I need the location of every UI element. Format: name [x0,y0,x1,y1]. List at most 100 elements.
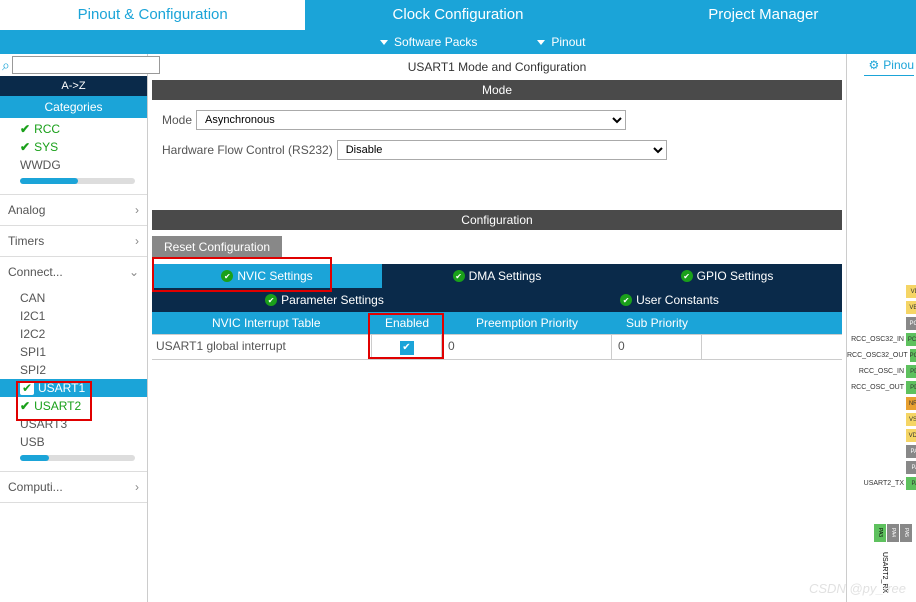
col-interrupt-table: NVIC Interrupt Table [152,312,372,334]
tab-pinout-config[interactable]: Pinout & Configuration [0,0,305,30]
tab-clock-config[interactable]: Clock Configuration [305,0,610,30]
pin-pc14[interactable]: PC14.. [906,333,916,346]
software-packs-dropdown[interactable]: Software Packs [380,35,477,49]
pin-signal: RCC_OSC_OUT [851,384,904,391]
tab-gpio-settings[interactable]: ✔ GPIO Settings [612,264,842,288]
tab-label: NVIC Settings [237,269,312,283]
chevron-right-icon: › [135,480,139,494]
tab-project-manager[interactable]: Project Manager [611,0,916,30]
sidebar-item-spi1[interactable]: SPI1 [0,343,147,361]
category-timers[interactable]: Timers › [0,226,147,256]
item-label: RCC [34,122,60,136]
tab-label: Parameter Settings [281,293,384,307]
chevron-down-icon [537,40,545,45]
pin-vdda[interactable]: VDDA [906,429,916,442]
nvic-row-usart1[interactable]: USART1 global interrupt ✔ 0 0 [152,334,842,360]
sidebar-item-wwdg[interactable]: WWDG [0,156,147,174]
sidebar-item-usb[interactable]: USB [0,433,147,451]
item-label: SYS [34,140,58,154]
pinout-panel: ⚙Pinou VDD VBAT PC13 RCC_OSC32_INPC14.. … [846,54,916,602]
category-label: Analog [8,203,45,217]
pin-vssa[interactable]: VSSA [906,413,916,426]
tab-label: GPIO Settings [697,269,774,283]
sidebar-item-usart1[interactable]: ✔USART1 [0,379,147,397]
pin-pa0[interactable]: PA0- [906,445,916,458]
categories-tab[interactable]: Categories [0,96,147,118]
pin-pa5[interactable]: PA5 [900,524,912,542]
pin-pc13[interactable]: PC13 [906,317,916,330]
sidebar-item-usart2[interactable]: ✔USART2 [0,397,147,415]
tab-user-constants[interactable]: ✔ User Constants [497,288,842,312]
tab-label: DMA Settings [469,269,542,283]
pin-pd1[interactable]: PD1- [906,381,916,394]
main-panel: USART1 Mode and Configuration Mode Mode … [148,54,846,602]
pin-signal: RCC_OSC32_IN [851,336,904,343]
chevron-right-icon: › [135,234,139,248]
sidebar-item-sys[interactable]: ✔ SYS [0,138,147,156]
chevron-right-icon: › [135,203,139,217]
pin-pa2[interactable]: PA2 [906,477,916,490]
reset-configuration-button[interactable]: Reset Configuration [152,236,282,258]
scroll-indicator [20,455,135,461]
pin-pd0[interactable]: PD0- [906,365,916,378]
category-label: Timers [8,234,44,248]
pin-pa3[interactable]: PA3 [874,524,886,542]
software-packs-label: Software Packs [394,35,477,49]
col-subpriority: Sub Priority [612,312,702,334]
mode-select[interactable]: Asynchronous [196,110,626,130]
sidebar-item-rcc[interactable]: ✔RCC [0,120,147,138]
pinout-dropdown[interactable]: Pinout [537,35,585,49]
pin-vbat[interactable]: VBAT [906,301,916,314]
check-circle-icon: ✔ [221,270,233,282]
category-connectivity[interactable]: Connect... ⌄ [0,257,147,287]
sidebar: ⌕ A->Z Categories ✔RCC ✔ SYS WWDG Analog ›… [0,54,148,602]
check-icon: ✔ [20,140,30,154]
watermark: CSDN @py_free [809,581,906,596]
category-analog[interactable]: Analog › [0,195,147,225]
sidebar-item-i2c2[interactable]: I2C2 [0,325,147,343]
chevron-down-icon: ⌄ [129,265,139,279]
sidebar-item-can[interactable]: CAN [0,289,147,307]
sidebar-item-spi2[interactable]: SPI2 [0,361,147,379]
col-enabled: Enabled [372,312,442,334]
pin-signal: USART2_TX [864,480,904,487]
item-label: WWDG [20,158,61,172]
pinout-view-label[interactable]: ⚙Pinou [869,58,914,72]
sort-az-tab[interactable]: A->Z [0,76,147,96]
sidebar-item-i2c1[interactable]: I2C1 [0,307,147,325]
tab-parameter-settings[interactable]: ✔ Parameter Settings [152,288,497,312]
hw-flow-label: Hardware Flow Control (RS232) [162,143,333,157]
config-header: Configuration [152,210,842,230]
sidebar-item-usart3[interactable]: USART3 [0,415,147,433]
tab-dma-settings[interactable]: ✔ DMA Settings [382,264,612,288]
pin-nrst[interactable]: NRST [906,397,916,410]
pin-vdd[interactable]: VDD [906,285,916,298]
check-circle-icon: ✔ [265,294,277,306]
pin-signal: RCC_OSC32_OUT [847,352,908,359]
check-circle-icon: ✔ [453,270,465,282]
pin-pc15[interactable]: PC15.. [910,349,916,362]
pinout-text: Pinou [883,58,914,72]
chevron-down-icon [380,40,388,45]
search-icon[interactable]: ⌕ [2,57,10,74]
check-circle-icon: ✔ [620,294,632,306]
search-input[interactable] [12,56,160,74]
category-label: Connect... [8,265,63,279]
hw-flow-select[interactable]: Disable [337,140,667,160]
category-computing[interactable]: Computi...› [0,472,147,502]
tab-label: User Constants [636,293,719,307]
pin-signal: RCC_OSC_IN [859,368,904,375]
item-label: USART1 [38,381,85,395]
mode-label: Mode [162,113,192,127]
item-label: USART2 [34,399,81,413]
check-circle-icon: ✔ [681,270,693,282]
subpriority-value[interactable]: 0 [612,335,702,359]
pin-pa1[interactable]: PA1 [906,461,916,474]
pin-pa4[interactable]: PA4 [887,524,899,542]
enabled-checkbox[interactable]: ✔ [400,341,414,355]
tab-nvic-settings[interactable]: ✔ NVIC Settings [152,264,382,288]
interrupt-name: USART1 global interrupt [152,335,372,359]
scroll-indicator [20,178,135,184]
pin-column: VDD VBAT PC13 RCC_OSC32_INPC14.. RCC_OSC… [848,284,916,492]
preemption-value[interactable]: 0 [442,335,612,359]
